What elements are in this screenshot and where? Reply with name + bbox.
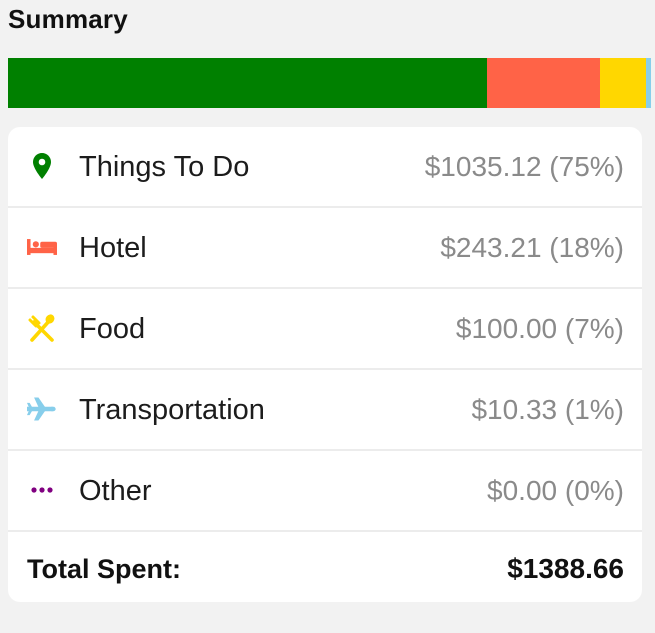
category-list-card: Things To Do $1035.12 (75%) Hotel $243.2…: [8, 127, 642, 602]
more-dots-icon: [27, 475, 57, 505]
category-row-hotel[interactable]: Hotel $243.21 (18%): [8, 208, 642, 288]
category-amount: $100.00 (7%): [455, 313, 624, 344]
category-label: Things To Do: [79, 151, 250, 183]
category-row-things-to-do[interactable]: Things To Do $1035.12 (75%): [8, 127, 642, 207]
category-label: Other: [79, 475, 152, 507]
bar-segment-transportation: [646, 58, 651, 108]
category-label: Food: [79, 313, 146, 345]
category-label: Hotel: [79, 232, 147, 264]
spending-breakdown-bar: [8, 58, 651, 108]
category-amount: $1035.12 (75%): [424, 151, 624, 182]
bar-segment-things-to-do: [8, 58, 488, 108]
bar-segment-hotel: [487, 58, 600, 108]
category-amount: $243.21 (18%): [440, 232, 624, 263]
category-row-food[interactable]: Food $100.00 (7%): [8, 289, 642, 369]
bar-segment-food: [599, 58, 647, 108]
summary-title: Summary: [8, 4, 128, 34]
total-spent-value: $1388.66: [507, 553, 624, 584]
bed-icon: [27, 232, 57, 262]
category-row-other[interactable]: Other $0.00 (0%): [8, 451, 642, 531]
category-amount: $0.00 (0%): [487, 475, 624, 506]
category-amount: $10.33 (1%): [471, 394, 624, 425]
category-row-transportation[interactable]: Transportation $10.33 (1%): [8, 370, 642, 450]
total-spent-label: Total Spent:: [27, 554, 181, 584]
airplane-icon: [27, 394, 57, 424]
map-pin-icon: [27, 151, 57, 181]
category-label: Transportation: [79, 394, 265, 426]
utensils-icon: [27, 313, 57, 343]
